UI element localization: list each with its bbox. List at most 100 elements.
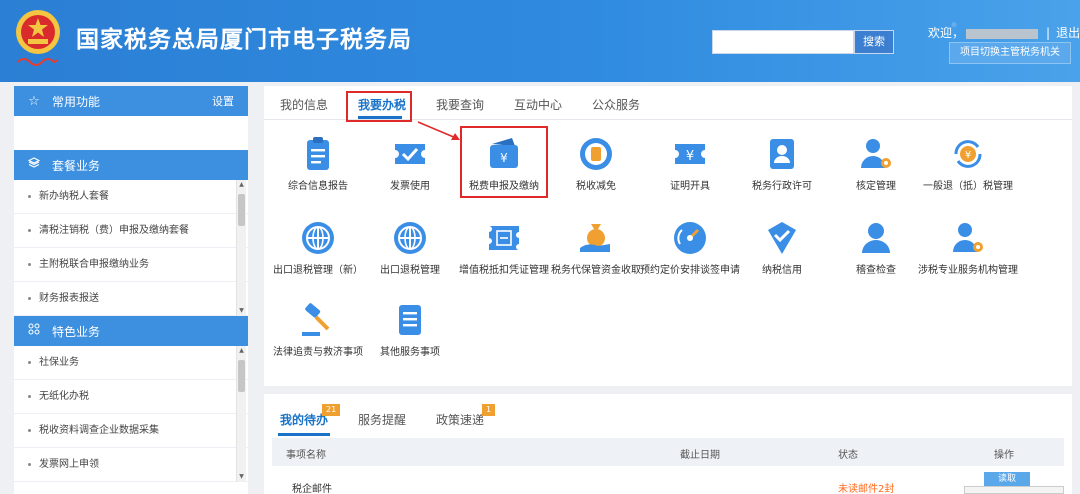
service-label: 法律追责与救济事项 <box>273 347 363 358</box>
scroll-thumb[interactable] <box>238 194 245 226</box>
scroll-thumb[interactable] <box>238 360 245 392</box>
service-inspection[interactable]: 稽查检查 <box>826 218 926 277</box>
service-certificate[interactable]: ¥ 证明开具 <box>640 134 740 193</box>
service-label: 出口退税管理 <box>380 265 440 276</box>
tab-my-info[interactable]: 我的信息 <box>280 96 328 113</box>
special-header[interactable]: 特色业务 <box>14 316 248 346</box>
col-deadline: 截止日期 <box>680 450 720 461</box>
table-row: 税企邮件 未读邮件2封 读取 <box>272 472 1064 494</box>
service-label: 一般退（抵）税管理 <box>923 181 1013 192</box>
row-status: 未读邮件2封 <box>838 484 895 494</box>
logout-link[interactable]: 退出 <box>1056 26 1080 40</box>
gauge-icon <box>674 222 706 254</box>
service-export-refund[interactable]: 出口退税管理 <box>360 218 460 277</box>
service-administrative-license[interactable]: 税务行政许可 <box>732 134 832 193</box>
badge-card-icon <box>770 139 794 169</box>
ticket-check-icon <box>395 144 425 164</box>
tab-service-reminder[interactable]: 服务提醒 <box>358 411 406 428</box>
scroll-down-arrow-icon[interactable]: ▼ <box>237 306 246 316</box>
scroll-up-arrow-icon[interactable]: ▲ <box>237 346 246 356</box>
money-bag-hand-icon <box>580 224 610 252</box>
username-masked <box>966 28 1039 39</box>
switch-tax-office-button[interactable]: 项目切换主管税务机关 <box>949 42 1071 64</box>
site-header: 国家税务总局厦门市电子税务局 搜索 欢迎， | 退出 项目切换主管税务机关 <box>0 0 1080 82</box>
tab-query[interactable]: 我要查询 <box>436 96 484 113</box>
document-icon <box>399 305 421 335</box>
sidebar-item-special[interactable]: 税收资料调查企业数据采集 <box>14 414 248 448</box>
col-status: 状态 <box>838 450 858 461</box>
active-task-tab-indicator <box>278 433 330 436</box>
yuan-cycle-icon: ¥ <box>954 140 982 168</box>
welcome-bar: 欢迎， | 退出 <box>928 24 1080 41</box>
read-button[interactable]: 读取 <box>984 472 1030 486</box>
service-legal-remedy[interactable]: 法律追责与救济事项 <box>268 300 368 359</box>
gavel-icon <box>302 303 330 336</box>
todo-count-badge: 21 <box>322 404 341 416</box>
favorites-header[interactable]: ☆ 常用功能 设置 <box>14 86 248 116</box>
service-label: 综合信息报告 <box>288 181 348 192</box>
coin-stack-icon <box>580 138 612 170</box>
sidebar-item-package[interactable]: 主附税联合申报缴纳业务 <box>14 248 248 282</box>
favorites-settings-link[interactable]: 设置 <box>212 93 234 109</box>
service-export-refund-new[interactable]: 出口退税管理（新） <box>268 218 368 277</box>
sidebar-item-package[interactable]: 新办纳税人套餐 <box>14 180 248 214</box>
svg-text:¥: ¥ <box>686 149 694 164</box>
person-gear-icon <box>953 223 983 252</box>
service-label: 证明开具 <box>670 181 710 192</box>
row-item-name: 税企邮件 <box>292 484 332 494</box>
person-icon <box>862 223 890 253</box>
sidebar-item-package[interactable]: 财务报表报送 <box>14 282 248 316</box>
cube-icon <box>26 157 42 173</box>
packages-list: 新办纳税人套餐 清税注销税（费）申报及缴纳套餐 主附税联合申报缴纳业务 财务报表… <box>14 180 248 316</box>
grid-icon <box>26 323 42 339</box>
special-list: 社保业务 无纸化办税 税收资料调查企业数据采集 发票网上申领 ▲ ▼ <box>14 346 248 482</box>
service-label: 预约定价安排谈签申请 <box>640 265 740 276</box>
packages-header[interactable]: 套餐业务 <box>14 150 248 180</box>
scroll-up-arrow-icon[interactable]: ▲ <box>237 180 246 190</box>
search-button[interactable]: 搜索 <box>854 30 894 54</box>
sidebar-item-special[interactable]: 发票网上申领 <box>14 448 248 482</box>
sidebar-item-special[interactable]: 无纸化办税 <box>14 380 248 414</box>
favorites-empty-area <box>14 116 248 150</box>
service-refund-management[interactable]: ¥ 一般退（抵）税管理 <box>918 134 1018 193</box>
service-invoice-use[interactable]: 发票使用 <box>360 134 460 193</box>
wallet-yuan-icon: ¥ <box>490 138 518 168</box>
welcome-separator: | <box>1046 26 1051 40</box>
service-verification-management[interactable]: 核定管理 <box>826 134 926 193</box>
service-label: 税费申报及缴纳 <box>469 181 539 192</box>
scroll-down-arrow-icon[interactable]: ▼ <box>237 472 246 482</box>
special-title: 特色业务 <box>52 324 101 339</box>
sidebar-item-package[interactable]: 清税注销税（费）申报及缴纳套餐 <box>14 214 248 248</box>
service-tax-credit[interactable]: 纳税信用 <box>732 218 832 277</box>
favorites-title: 常用功能 <box>52 94 101 109</box>
tasks-table-header: 事项名称 截止日期 状态 操作 <box>272 438 1064 466</box>
service-label: 税收减免 <box>576 181 616 192</box>
service-professional-agencies[interactable]: 涉税专业服务机构管理 <box>918 218 1018 277</box>
person-gear-icon <box>861 139 891 168</box>
tab-interaction[interactable]: 互动中心 <box>514 96 562 113</box>
tab-public-service[interactable]: 公众服务 <box>592 96 640 113</box>
service-label: 涉税专业服务机构管理 <box>918 265 1018 276</box>
tab-my-todo[interactable]: 我的待办 <box>280 411 328 428</box>
service-vat-deduction[interactable]: 增值税抵扣凭证管理 <box>454 218 554 277</box>
sidebar-item-special[interactable]: 社保业务 <box>14 346 248 380</box>
service-comprehensive-info[interactable]: 综合信息报告 <box>268 134 368 193</box>
packages-scrollbar[interactable]: ▲ ▼ <box>236 180 246 316</box>
service-label: 税务代保管资金收取 <box>551 265 641 276</box>
tasks-panel: 我的待办 21 服务提醒 政策速递 1 事项名称 截止日期 状态 操作 税企邮件… <box>264 394 1072 494</box>
site-title: 国家税务总局厦门市电子税务局 <box>76 27 412 53</box>
service-tax-declaration-payment[interactable]: ¥ 税费申报及缴纳 <box>454 134 554 193</box>
service-tax-reduction[interactable]: 税收减免 <box>546 134 646 193</box>
col-action: 操作 <box>994 450 1014 461</box>
service-label: 税务行政许可 <box>752 181 812 192</box>
search-input[interactable] <box>712 30 854 54</box>
special-scrollbar[interactable]: ▲ ▼ <box>236 346 246 482</box>
service-other[interactable]: 其他服务事项 <box>360 300 460 359</box>
service-custody-funds[interactable]: 税务代保管资金收取 <box>546 218 646 277</box>
highlight-box-tab <box>346 91 412 122</box>
service-pricing-arrangement[interactable]: 预约定价安排谈签申请 <box>640 218 740 277</box>
welcome-text: 欢迎， <box>928 26 965 40</box>
input-method-toolbar[interactable] <box>964 486 1064 494</box>
tab-policy-express[interactable]: 政策速递 <box>436 411 484 428</box>
star-icon: ☆ <box>28 93 40 109</box>
